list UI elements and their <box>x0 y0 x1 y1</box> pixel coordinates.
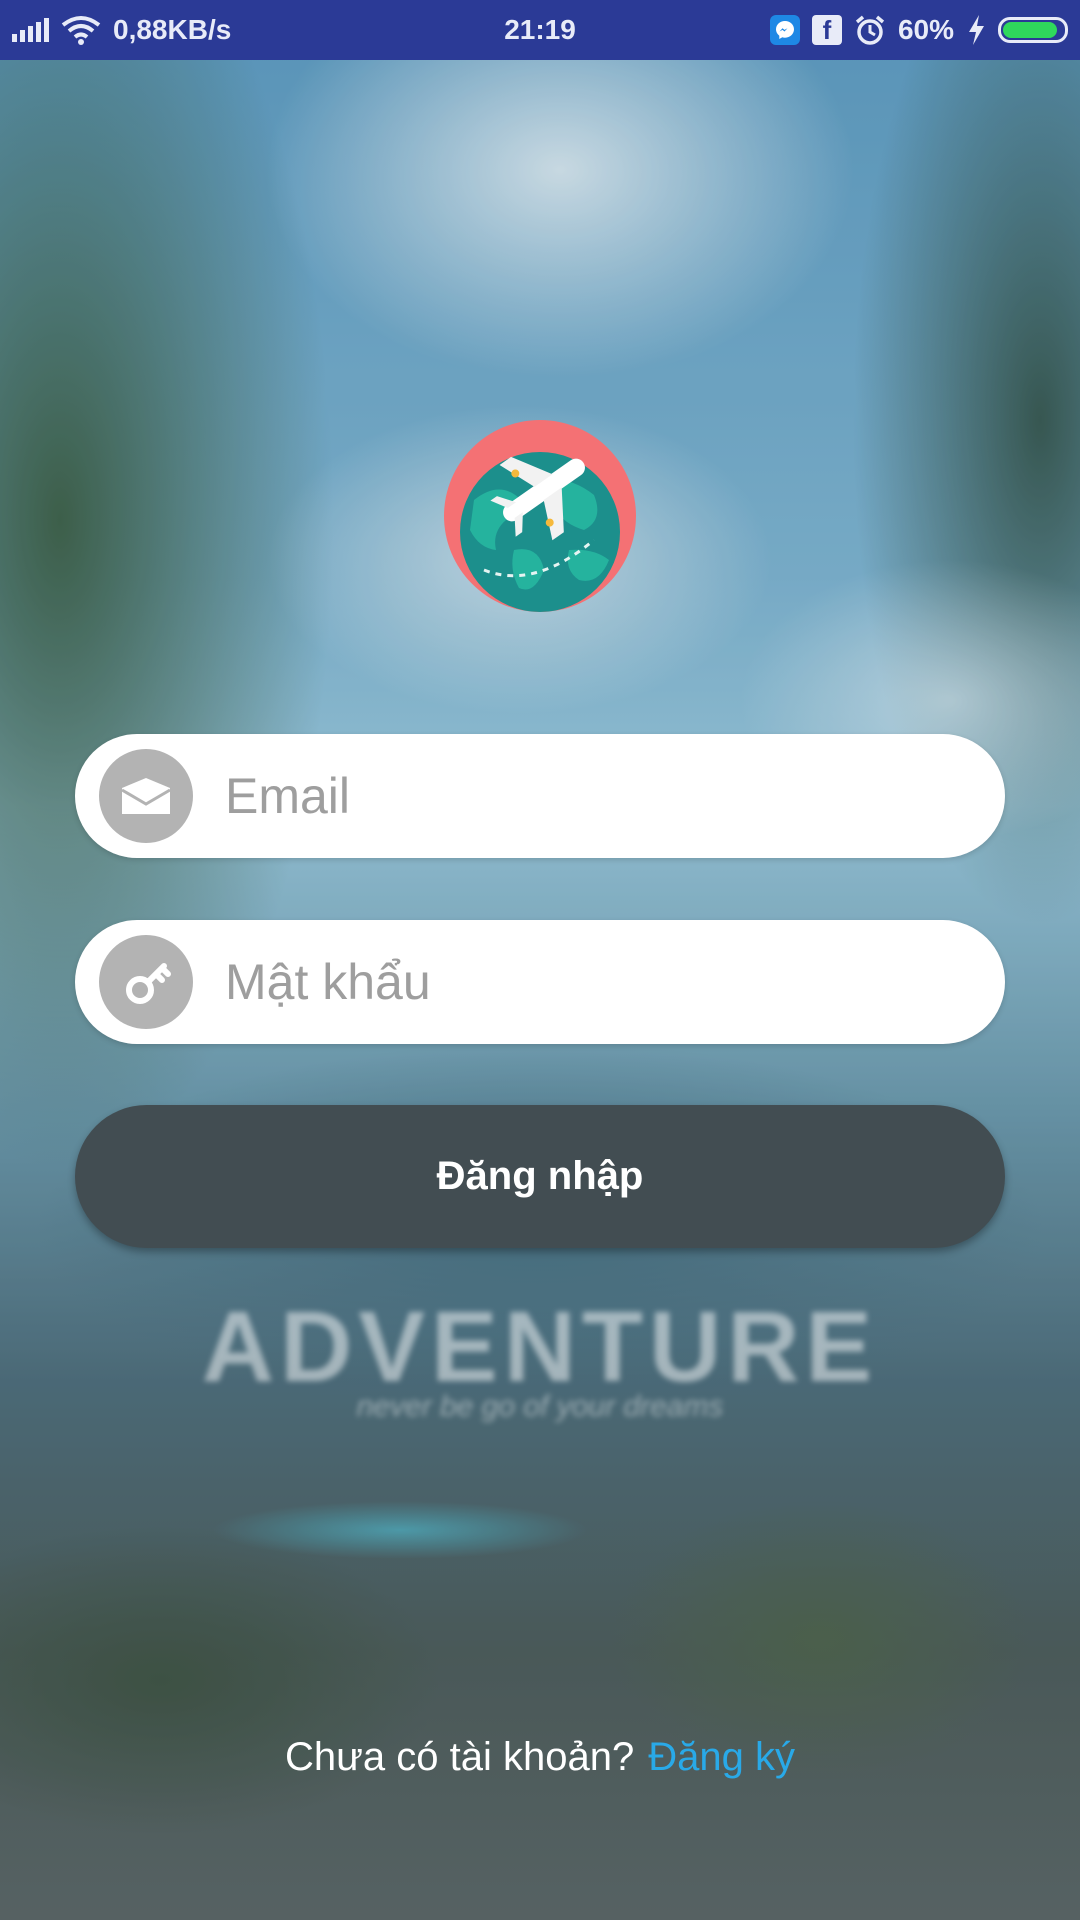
background-watermark-title: ADVENTURE <box>201 1291 879 1403</box>
signup-prompt: Chưa có tài khoản? <box>285 1735 635 1779</box>
email-field[interactable] <box>75 734 1005 858</box>
envelope-icon <box>99 749 193 843</box>
messenger-icon <box>769 15 800 45</box>
key-icon <box>99 935 193 1029</box>
signup-link[interactable]: Đăng ký <box>648 1735 795 1779</box>
password-field[interactable] <box>75 920 1005 1044</box>
facebook-icon: f <box>811 15 842 45</box>
background-watermark-subtitle: never be go of your dreams <box>356 1390 724 1423</box>
email-input[interactable] <box>225 734 965 858</box>
battery-level <box>1003 22 1057 38</box>
app-logo <box>444 420 636 612</box>
alarm-icon <box>855 15 885 45</box>
charging-icon <box>969 15 984 45</box>
status-bar-right: f 60% <box>769 0 1068 60</box>
password-input[interactable] <box>225 920 965 1044</box>
signup-row: Chưa có tài khoản? Đăng ký <box>0 1735 1080 1780</box>
battery-percent: 60% <box>897 14 954 45</box>
login-button[interactable]: Đăng nhập <box>75 1105 1005 1248</box>
status-bar: 0,88KB/s 21:19 f 60% <box>0 0 1080 60</box>
battery-icon <box>998 17 1068 43</box>
